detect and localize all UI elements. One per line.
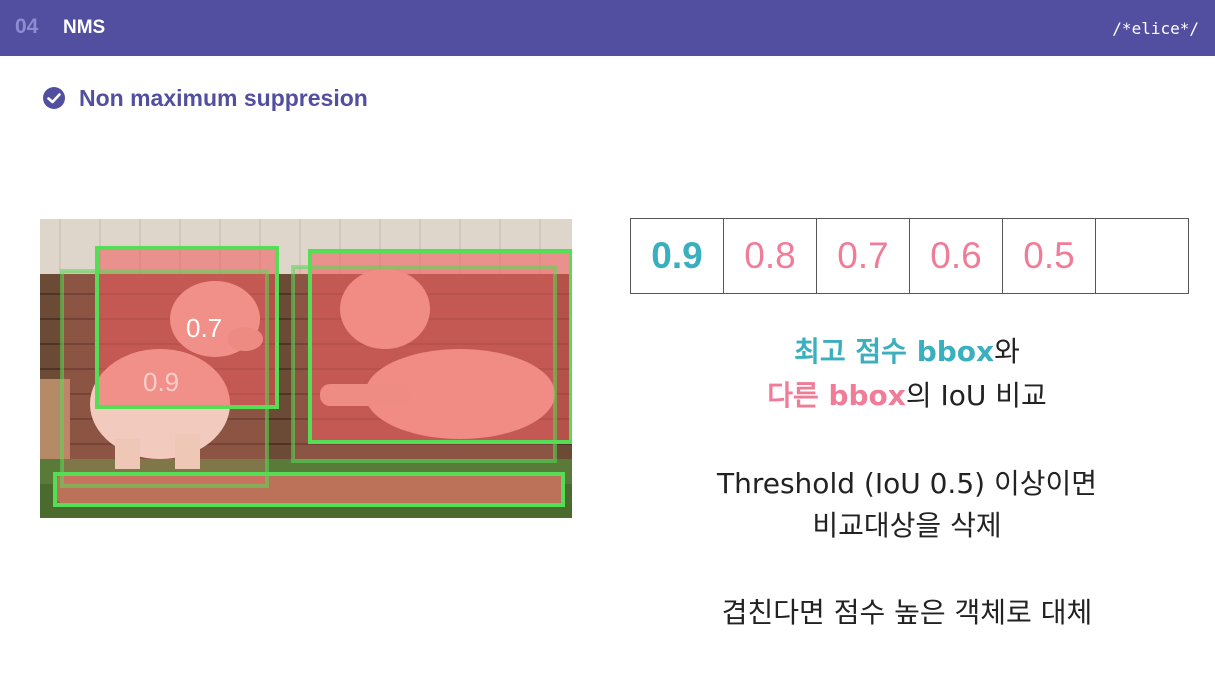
explanation-line-5: 겹친다면 점수 높은 객체로 대체	[721, 596, 1093, 629]
brand-logo: /*elice*/	[1112, 19, 1199, 38]
text-fragment: 와	[994, 335, 1020, 368]
section-number: 04	[15, 15, 39, 38]
score-cell: 0.6	[909, 218, 1003, 294]
score-cell	[1095, 218, 1189, 294]
explanation-line-2: 다른 bbox의 IoU 비교	[630, 374, 1184, 418]
score-cell: 0.8	[723, 218, 817, 294]
header-bar: 04 NMS /*elice*/	[0, 0, 1215, 56]
dogs-photo: 0.7 0.9	[40, 219, 572, 518]
highlight-other-bbox: 다른 bbox	[767, 379, 906, 412]
subtitle-text: Non maximum suppresion	[79, 84, 368, 111]
bbox-label-high: 0.7	[186, 313, 222, 343]
explanation-line-1: 최고 점수 bbox와	[630, 330, 1184, 374]
subtitle-row: Non maximum suppresion	[42, 84, 368, 112]
highlight-top-score: 최고 점수 bbox	[794, 335, 995, 368]
score-table: 0.9 0.8 0.7 0.6 0.5	[630, 218, 1189, 294]
explanation-line-4: 비교대상을 삭제	[812, 509, 1002, 542]
bbox-label-low: 0.9	[143, 367, 179, 397]
score-cell: 0.9	[630, 218, 724, 294]
check-circle-icon	[42, 86, 66, 110]
section-title: NMS	[63, 17, 106, 38]
score-cell: 0.7	[816, 218, 910, 294]
score-cell: 0.5	[1002, 218, 1096, 294]
text-fragment: 의 IoU 비교	[905, 379, 1047, 412]
explanation-line-3: Threshold (IoU 0.5) 이상이면	[717, 467, 1097, 500]
